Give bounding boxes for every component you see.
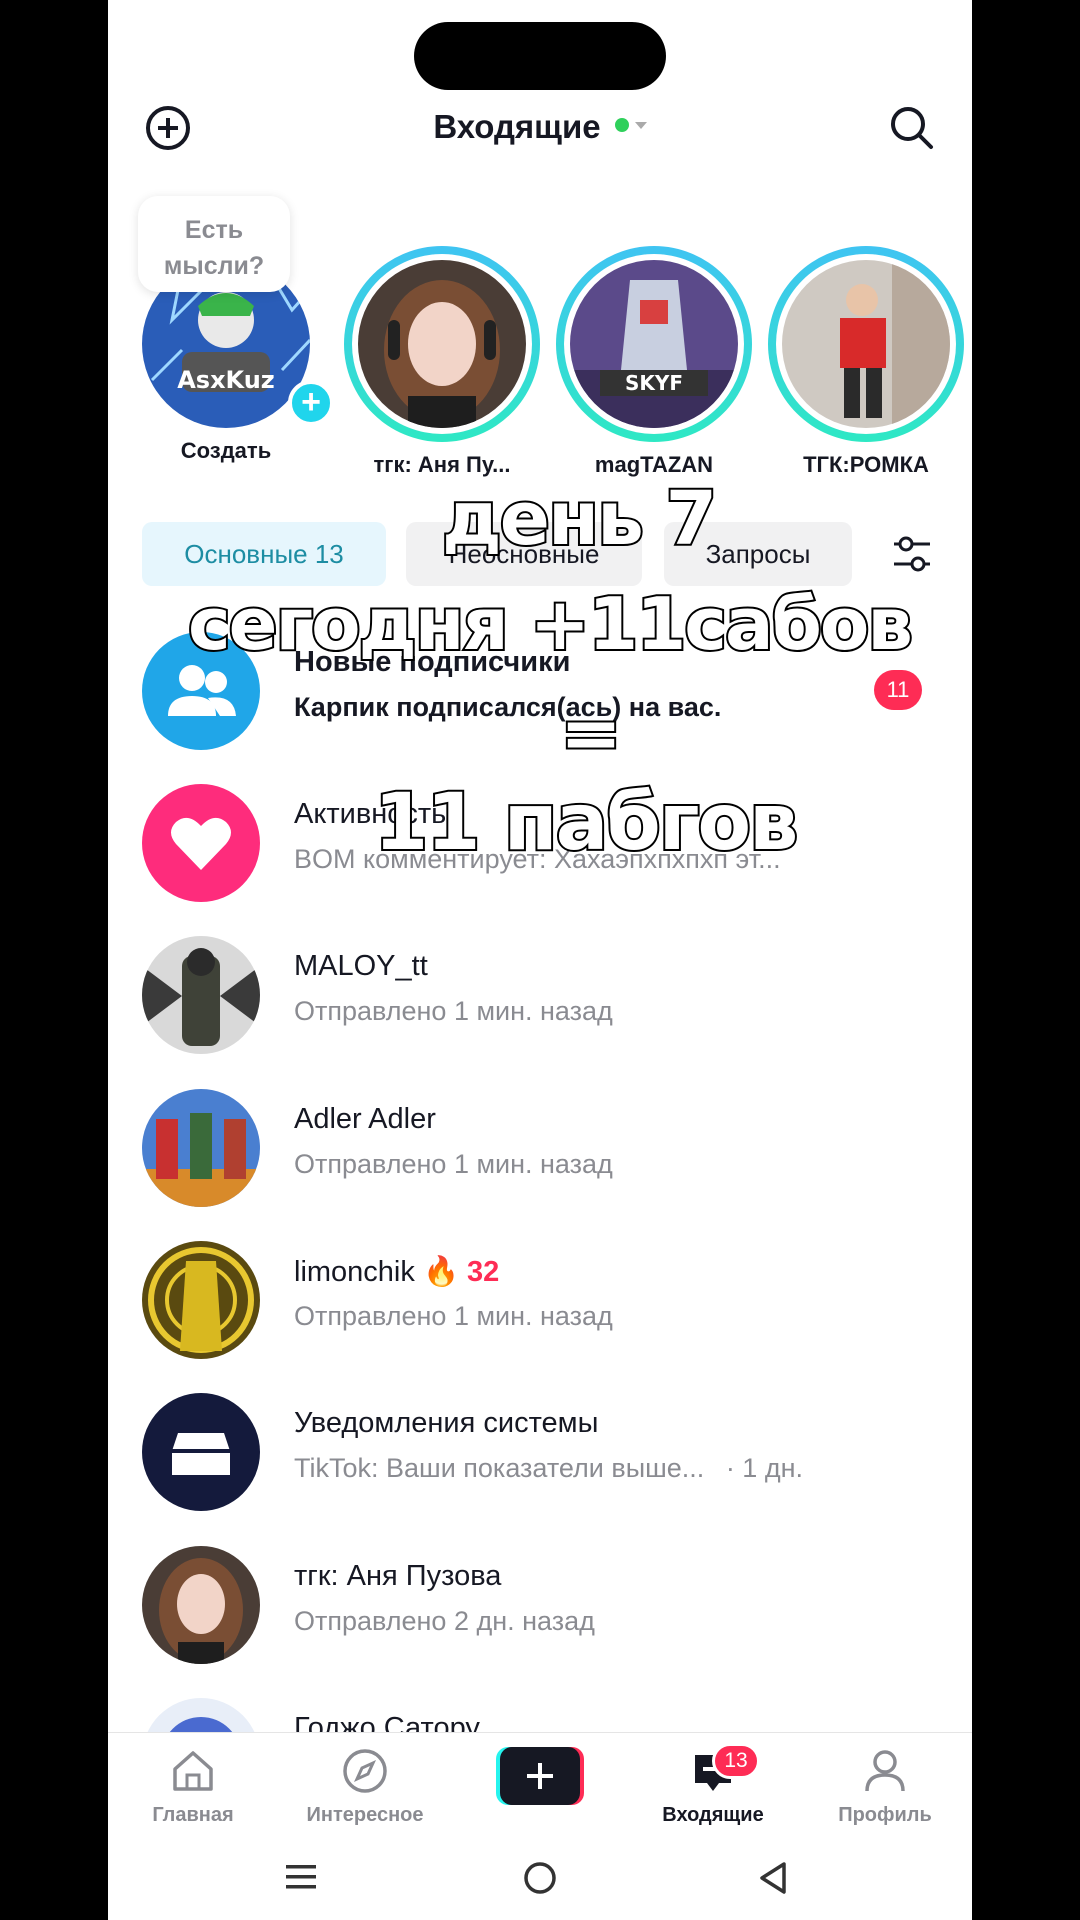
- conversation-preview: Карпик подписался(ась) на вас.: [294, 692, 722, 722]
- conversation-name: Adler Adler: [294, 1103, 436, 1135]
- list-item[interactable]: тгк: Аня Пузова Отправлено 2 дн. назад: [142, 1546, 942, 1666]
- nav-home[interactable]: Главная: [118, 1747, 268, 1827]
- story-item[interactable]: SKYF magTAZAN: [556, 246, 752, 478]
- inbox-badge: 13: [712, 1743, 760, 1779]
- bottom-nav: Главная Интересное Входящие 13 Профиль: [108, 1732, 972, 1832]
- conversation-preview: Отправлено 1 мин. назад: [294, 1301, 613, 1331]
- profile-icon: [865, 1750, 905, 1792]
- story-label: magTAZAN: [594, 452, 714, 477]
- home-button-icon[interactable]: [522, 1860, 558, 1896]
- chevron-down-icon: [634, 121, 647, 129]
- nav-label: Интересное: [306, 1804, 424, 1826]
- inbox-tray-icon: [142, 1393, 260, 1511]
- online-status-dot: [614, 118, 629, 133]
- nav-label: Профиль: [838, 1804, 932, 1826]
- nav-discover[interactable]: Интересное: [290, 1747, 440, 1827]
- story-label: тгк: Аня Пу...: [373, 452, 511, 477]
- avatar: [142, 1241, 260, 1359]
- fire-icon: 🔥: [422, 1256, 460, 1288]
- nav-profile[interactable]: Профиль: [810, 1747, 960, 1827]
- story-item[interactable]: ТГК:РОМКА: [768, 246, 964, 478]
- overlay-caption-line4: 11 пабгов: [372, 776, 800, 870]
- page-title-text: Входящие: [433, 108, 601, 145]
- nav-label: Главная: [152, 1804, 234, 1826]
- filter-settings-icon[interactable]: [890, 532, 934, 576]
- story-item[interactable]: тгк: Аня Пу...: [344, 246, 540, 478]
- dynamic-island: [414, 22, 666, 90]
- nav-label: Входящие: [662, 1804, 764, 1826]
- conversation-name: Уведомления системы: [294, 1407, 599, 1439]
- conversation-name: MALOY_tt: [294, 950, 428, 982]
- overlay-caption-line2: сегодня +11сабов: [186, 580, 915, 668]
- search-icon[interactable]: [888, 104, 936, 152]
- story-avatar: [358, 260, 526, 428]
- recent-apps-icon[interactable]: [284, 1860, 318, 1894]
- list-item[interactable]: Уведомления системы TikTok: Ваши показат…: [142, 1393, 942, 1513]
- avatar: [142, 936, 260, 1054]
- preview-text: TikTok: Ваши показатели выше...: [294, 1453, 705, 1483]
- inbox-screen: Входящие Есть мысли? AsxKuz + Создать тг…: [108, 0, 972, 1920]
- conversation-preview: Отправлено 1 мин. назад: [294, 996, 613, 1026]
- back-icon[interactable]: [756, 1860, 790, 1896]
- avatar: [142, 1546, 260, 1664]
- create-button[interactable]: [496, 1747, 584, 1805]
- overlay-caption-line1: день 7: [440, 474, 719, 564]
- list-item[interactable]: limonchik 🔥 32 Отправлено 1 мин. назад: [142, 1241, 942, 1361]
- conversation-name-text: limonchik: [294, 1256, 415, 1288]
- story-label: ТГК:РОМКА: [803, 452, 929, 477]
- timestamp: · 1 дн.: [725, 1453, 803, 1483]
- home-icon: [173, 1751, 213, 1791]
- page-title[interactable]: Входящие: [108, 108, 972, 146]
- overlay-caption-line3: =: [558, 688, 624, 778]
- unread-badge: 11: [874, 670, 922, 710]
- heart-icon: [142, 784, 260, 902]
- streak-count: 32: [467, 1256, 500, 1288]
- list-item[interactable]: Adler Adler Отправлено 1 мин. назад: [142, 1089, 942, 1209]
- story-label: Создать: [180, 438, 272, 463]
- system-nav-bar: [108, 1832, 972, 1920]
- thoughts-bubble[interactable]: Есть мысли?: [138, 196, 290, 292]
- conversation-preview: Отправлено 1 мин. назад: [294, 1149, 613, 1179]
- list-item[interactable]: MALOY_tt Отправлено 1 мин. назад: [142, 936, 942, 1056]
- svg-text:AsxKuz: AsxKuz: [177, 366, 275, 394]
- avatar: [142, 1089, 260, 1207]
- compass-icon: [343, 1749, 387, 1793]
- conversation-preview: Отправлено 2 дн. назад: [294, 1606, 595, 1636]
- plus-icon: [496, 1747, 584, 1805]
- svg-text:SKYF: SKYF: [625, 371, 683, 395]
- tab-primary[interactable]: Основные 13: [142, 522, 386, 586]
- add-story-icon[interactable]: +: [288, 380, 334, 426]
- conversation-name: limonchik 🔥 32: [294, 1255, 499, 1289]
- story-avatar: SKYF: [570, 260, 738, 428]
- story-avatar: [782, 260, 950, 428]
- conversation-preview: TikTok: Ваши показатели выше... · 1 дн.: [294, 1453, 803, 1484]
- conversation-name: тгк: Аня Пузова: [294, 1560, 502, 1592]
